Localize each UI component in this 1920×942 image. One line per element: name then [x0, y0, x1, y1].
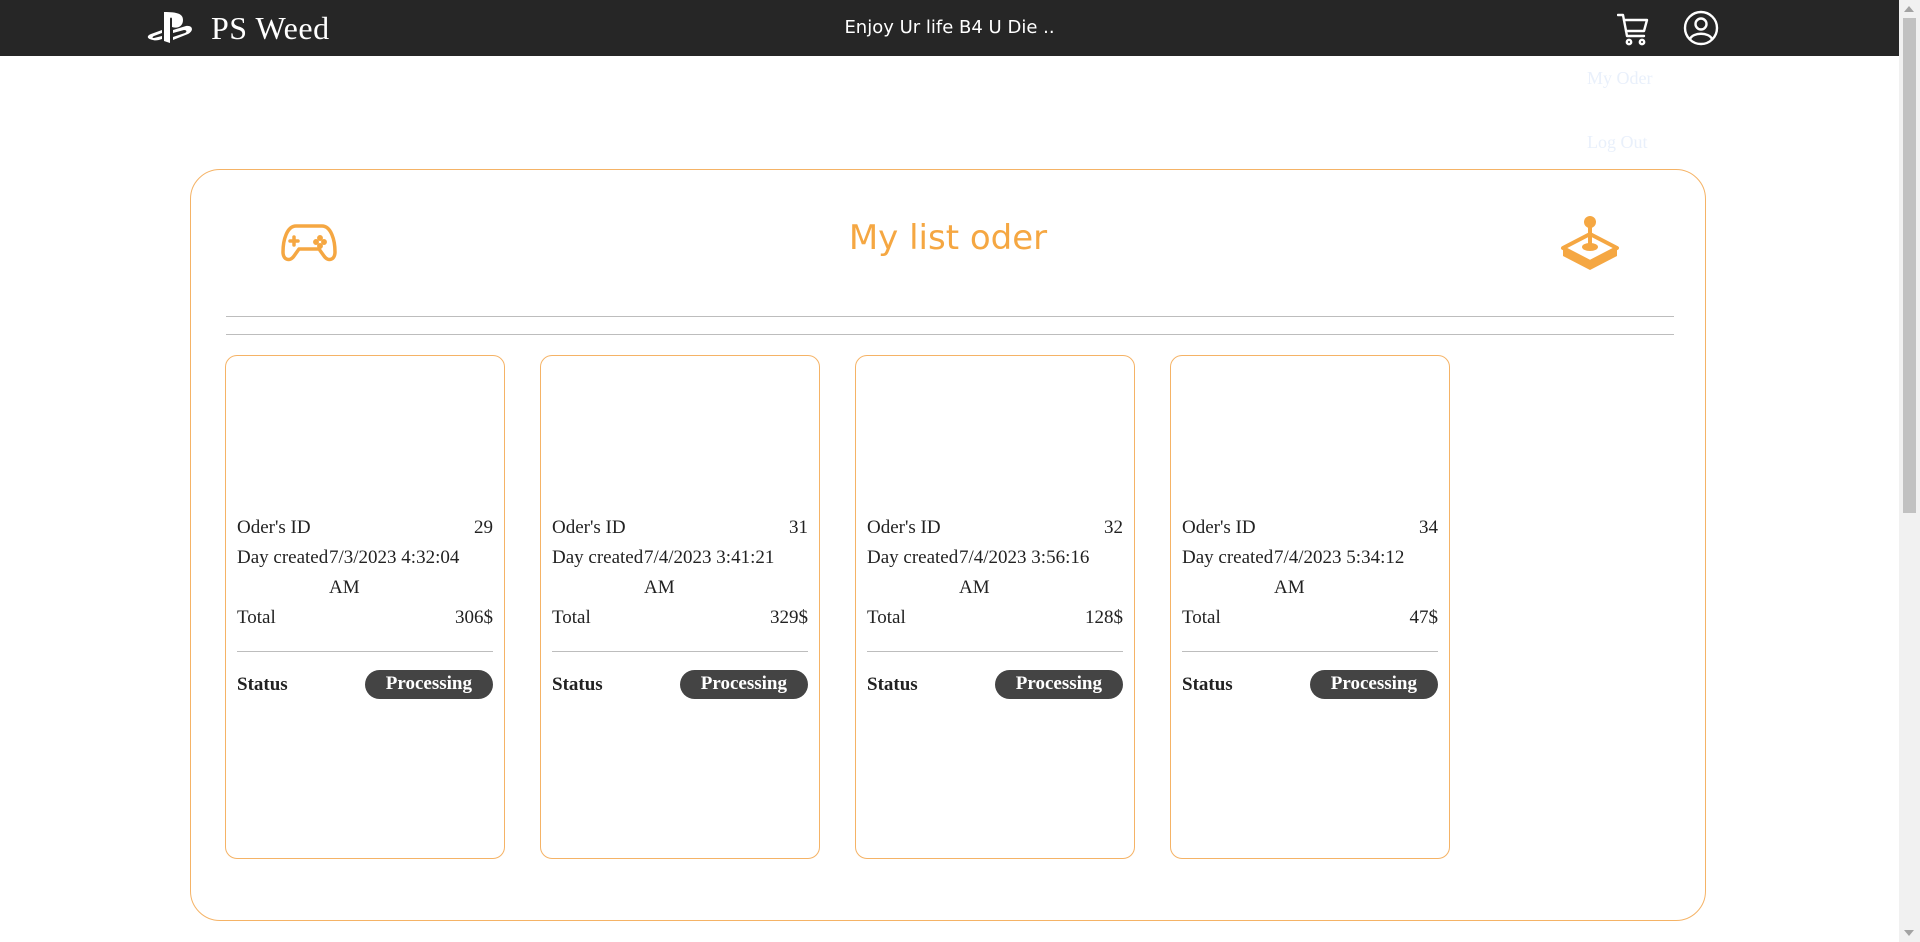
- total-label: Total: [552, 607, 591, 628]
- top-navbar: PS Weed Enjoy Ur life B4 U Die ..: [0, 0, 1899, 56]
- divider: [226, 334, 1674, 335]
- day-created-label: Day created: [1182, 547, 1274, 568]
- order-card[interactable]: Oder's ID 31 Day created 7/4/2023 3:41:21 …: [540, 355, 820, 859]
- status-label: Status: [867, 673, 918, 695]
- day-created-value: 7/3/2023 4:32:04 AM: [329, 547, 460, 598]
- scroll-down-icon[interactable]: [1904, 930, 1914, 936]
- header-tagline: Enjoy Ur life B4 U Die ..: [844, 17, 1055, 38]
- card-divider: [552, 651, 808, 652]
- day-created-label: Day created: [237, 547, 329, 568]
- page-title: My list oder: [848, 218, 1048, 258]
- status-label: Status: [237, 673, 288, 695]
- order-list-panel: My list oder Oder's ID 29 Day created 7/3/…: [190, 169, 1706, 921]
- day-created-label: Day created: [552, 547, 644, 568]
- day-created-value: 7/4/2023 5:34:12 AM: [1274, 547, 1405, 598]
- vertical-scrollbar[interactable]: [1899, 0, 1920, 942]
- joystick-icon: [1560, 214, 1620, 276]
- total-label: Total: [237, 607, 276, 628]
- status-label: Status: [552, 673, 603, 695]
- order-id-label: Oder's ID: [237, 517, 311, 538]
- status-label: Status: [1182, 673, 1233, 695]
- order-card[interactable]: Oder's ID 29 Day created 7/3/2023 4:32:04 …: [225, 355, 505, 859]
- order-id-value: 31: [789, 517, 808, 538]
- order-id-value: 34: [1419, 517, 1438, 538]
- scrollbar-thumb[interactable]: [1903, 18, 1916, 513]
- order-id-value: 29: [474, 517, 493, 538]
- order-details: Oder's ID 32 Day created 7/4/2023 3:56:16 …: [867, 513, 1123, 699]
- day-created-label: Day created: [867, 547, 959, 568]
- order-details: Oder's ID 31 Day created 7/4/2023 3:41:21 …: [552, 513, 808, 699]
- total-label: Total: [867, 607, 906, 628]
- card-divider: [1182, 651, 1438, 652]
- order-card[interactable]: Oder's ID 32 Day created 7/4/2023 3:56:16 …: [855, 355, 1135, 859]
- order-id-label: Oder's ID: [867, 517, 941, 538]
- total-value: 329$: [770, 607, 808, 628]
- status-badge: Processing: [1309, 670, 1438, 699]
- day-created-value: 7/4/2023 3:41:21 AM: [644, 547, 775, 598]
- order-details: Oder's ID 34 Day created 7/4/2023 5:34:12 …: [1182, 513, 1438, 699]
- cart-icon[interactable]: [1616, 12, 1649, 50]
- card-divider: [237, 651, 493, 652]
- order-id-label: Oder's ID: [552, 517, 626, 538]
- total-value: 47$: [1409, 607, 1439, 628]
- order-details: Oder's ID 29 Day created 7/3/2023 4:32:04 …: [237, 513, 493, 699]
- total-value: 128$: [1085, 607, 1123, 628]
- order-id-value: 32: [1104, 517, 1123, 538]
- divider: [226, 316, 1674, 317]
- status-badge: Processing: [679, 670, 808, 699]
- total-label: Total: [1182, 607, 1221, 628]
- order-card[interactable]: Oder's ID 34 Day created 7/4/2023 5:34:12 …: [1170, 355, 1450, 859]
- day-created-value: 7/4/2023 3:56:16 AM: [959, 547, 1090, 598]
- menu-item-logout[interactable]: Log Out: [1587, 132, 1648, 153]
- user-circle-icon[interactable]: [1683, 10, 1719, 50]
- card-divider: [867, 651, 1123, 652]
- order-id-label: Oder's ID: [1182, 517, 1256, 538]
- status-badge: Processing: [994, 670, 1123, 699]
- scroll-up-icon[interactable]: [1904, 6, 1914, 12]
- status-badge: Processing: [364, 670, 493, 699]
- total-value: 306$: [455, 607, 493, 628]
- menu-item-my-order[interactable]: My Oder: [1587, 68, 1653, 89]
